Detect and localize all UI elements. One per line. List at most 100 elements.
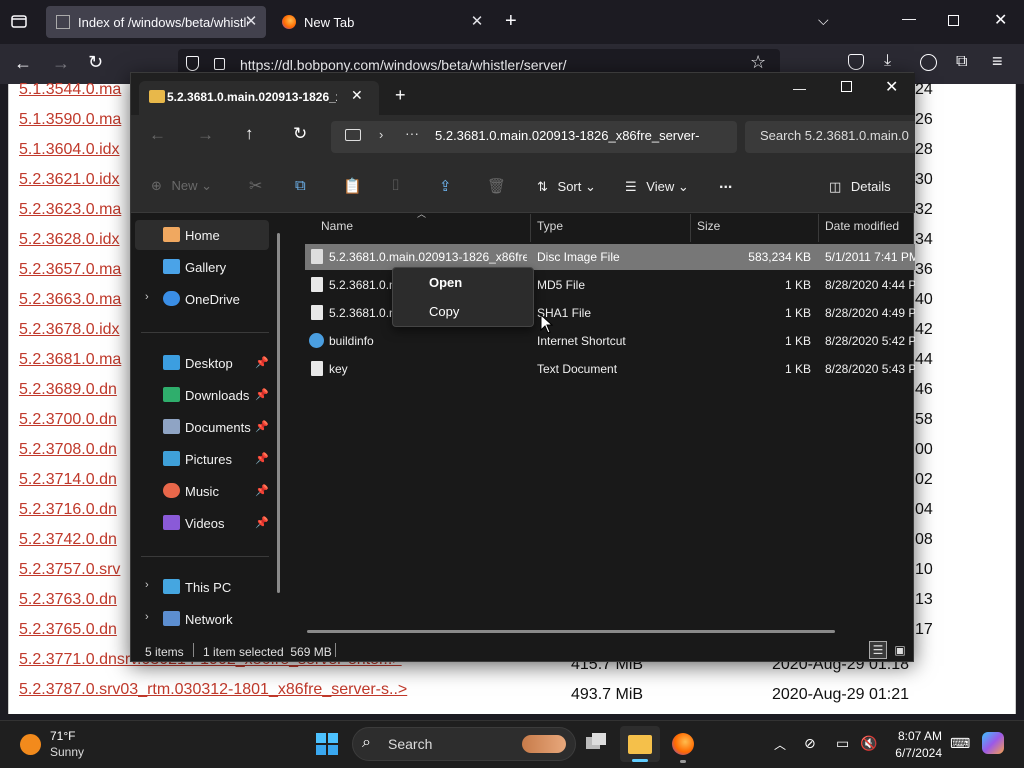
chevron-right-icon[interactable]: ›	[145, 611, 149, 623]
directory-link[interactable]: 5.2.3714.0.dn	[19, 471, 117, 489]
chevron-right-icon[interactable]: ›	[145, 579, 149, 591]
details-button[interactable]: ◫ Details	[829, 179, 891, 195]
close-window-icon[interactable]: ✕	[885, 77, 898, 97]
nav-item-documents[interactable]: Documents 📌	[135, 412, 269, 442]
shield-icon[interactable]	[186, 56, 199, 71]
delete-icon[interactable]: 🗑	[487, 177, 506, 195]
directory-link[interactable]: 5.2.3763.0.dn	[19, 591, 117, 609]
column-header-date[interactable]: Date modified	[825, 219, 899, 233]
minimize-icon[interactable]: —	[902, 10, 916, 26]
url-text[interactable]: https://dl.bobpony.com/windows/beta/whis…	[240, 57, 567, 73]
windows-start-icon[interactable]	[316, 733, 338, 755]
directory-link[interactable]: 5.1.3590.0.ma	[19, 111, 121, 129]
tray-chevron-up-icon[interactable]: ︿	[774, 736, 786, 753]
rename-icon[interactable]: ⌷	[391, 177, 400, 194]
task-view-icon[interactable]	[586, 733, 608, 751]
reload-icon[interactable]: ↻	[88, 52, 103, 73]
more-options-button[interactable]: ...	[719, 175, 732, 193]
taskbar-search-label[interactable]: Search	[388, 736, 432, 752]
firefox-taskbar-icon[interactable]	[672, 733, 694, 755]
new-tab-icon[interactable]: +	[505, 10, 517, 33]
up-icon[interactable]: ↑	[245, 124, 254, 144]
browser-tab-active[interactable]: Index of /windows/beta/whistler/se ✕	[46, 6, 266, 38]
search-input[interactable]: Search 5.2.3681.0.main.0	[760, 128, 915, 143]
context-menu-copy[interactable]: Copy	[399, 300, 527, 324]
nav-item-pictures[interactable]: Pictures 📌	[135, 444, 269, 474]
horizontal-scrollbar[interactable]	[307, 630, 835, 633]
copy-icon[interactable]: ⧉	[295, 177, 306, 194]
column-header-name[interactable]: Name	[321, 219, 353, 233]
column-separator[interactable]	[818, 214, 819, 242]
directory-link[interactable]: 5.2.3628.0.idx	[19, 231, 120, 249]
volume-icon[interactable]: 🔇	[860, 735, 877, 752]
display-icon[interactable]: ▭	[836, 735, 849, 752]
nav-item-desktop[interactable]: Desktop 📌	[135, 348, 269, 378]
directory-link[interactable]: 5.2.3742.0.dn	[19, 531, 117, 549]
directory-link[interactable]: 5.2.3765.0.dn	[19, 621, 117, 639]
directory-link[interactable]: 5.2.3657.0.ma	[19, 261, 121, 279]
chevron-right-icon[interactable]: ›	[379, 127, 383, 142]
paste-icon[interactable]: 📋	[343, 177, 362, 195]
bookmark-star-icon[interactable]: ☆	[750, 52, 766, 73]
share-icon[interactable]: ⇪	[439, 177, 452, 195]
nav-item-network[interactable]: › Network	[135, 604, 269, 634]
new-tab-icon[interactable]: +	[395, 85, 406, 106]
pocket-icon[interactable]	[848, 54, 864, 70]
clock-date[interactable]: 6/7/2024	[890, 746, 942, 760]
nav-item-gallery[interactable]: Gallery	[135, 252, 269, 282]
forward-icon[interactable]: →	[52, 53, 70, 74]
download-icon[interactable]: ⤓	[884, 52, 891, 70]
cut-icon[interactable]: ✂	[249, 176, 262, 196]
refresh-icon[interactable]: ↻	[293, 124, 307, 144]
directory-link[interactable]: 5.2.3663.0.ma	[19, 291, 121, 309]
nav-item-home[interactable]: Home	[135, 220, 269, 250]
details-view-icon[interactable]: ☰	[869, 641, 887, 659]
directory-link[interactable]: 5.2.3700.0.dn	[19, 411, 117, 429]
chevron-right-icon[interactable]: ›	[145, 291, 149, 303]
close-tab-icon[interactable]: ✕	[242, 13, 260, 31]
close-tab-icon[interactable]: ✕	[351, 87, 363, 104]
nav-item-music[interactable]: Music 📌	[135, 476, 269, 506]
directory-link[interactable]: 5.1.3604.0.idx	[19, 141, 120, 159]
tab-list-icon[interactable]	[10, 13, 28, 29]
lock-icon[interactable]	[214, 58, 225, 70]
directory-link[interactable]: 5.2.3757.0.srv	[19, 561, 120, 579]
minimize-icon[interactable]: —	[793, 81, 806, 96]
directory-link[interactable]: 5.2.3678.0.idx	[19, 321, 120, 339]
clock-time[interactable]: 8:07 AM	[894, 729, 942, 743]
network-disconnected-icon[interactable]: ⊘	[804, 735, 816, 752]
file-row[interactable]: key Text Document 1 KB 8/28/2020 5:43 PM	[305, 356, 915, 382]
chevron-down-icon[interactable]: ⌵	[818, 12, 829, 29]
column-header-type[interactable]: Type	[537, 219, 563, 233]
new-button[interactable]: ⊕ New ⌄	[151, 178, 212, 194]
keyboard-icon[interactable]: ⌨	[950, 735, 970, 752]
close-tab-icon[interactable]: ✕	[468, 13, 486, 31]
nav-scrollbar[interactable]	[277, 233, 280, 593]
account-icon[interactable]	[920, 54, 937, 71]
view-button[interactable]: ☰ View ⌄	[625, 179, 689, 195]
directory-link[interactable]: 5.2.3708.0.dn	[19, 441, 117, 459]
file-row[interactable]: buildinfo Internet Shortcut 1 KB 8/28/20…	[305, 328, 915, 354]
directory-link[interactable]: 5.2.3716.0.dn	[19, 501, 117, 519]
extensions-icon[interactable]: ⧉	[956, 53, 967, 71]
weather-widget[interactable]: 71°F Sunny	[18, 728, 98, 762]
directory-link[interactable]: 5.2.3689.0.dn	[19, 381, 117, 399]
directory-link[interactable]: 5.2.3681.0.ma	[19, 351, 121, 369]
address-text[interactable]: 5.2.3681.0.main.020913-1826_x86fre_serve…	[435, 128, 711, 143]
sort-button[interactable]: ⇅ Sort ⌄	[537, 179, 596, 195]
menu-icon[interactable]: ≡	[992, 51, 1003, 72]
browser-tab-newtab[interactable]: New Tab ✕	[272, 6, 492, 38]
nav-item-onedrive[interactable]: › OneDrive	[135, 284, 269, 314]
file-explorer-taskbar-icon[interactable]	[620, 726, 660, 762]
column-separator[interactable]	[530, 214, 531, 242]
maximize-icon[interactable]	[841, 81, 852, 92]
forward-icon[interactable]: →	[197, 125, 214, 145]
directory-link[interactable]: 5.2.3621.0.idx	[19, 171, 120, 189]
directory-link[interactable]: 5.1.3544.0.ma	[19, 81, 121, 99]
column-header-size[interactable]: Size	[697, 219, 720, 233]
nav-item-downloads[interactable]: Downloads 📌	[135, 380, 269, 410]
close-window-icon[interactable]: ✕	[994, 10, 1007, 30]
restore-icon[interactable]	[948, 15, 959, 26]
tiles-view-icon[interactable]: ▣	[891, 641, 909, 659]
copilot-icon[interactable]	[982, 732, 1004, 754]
